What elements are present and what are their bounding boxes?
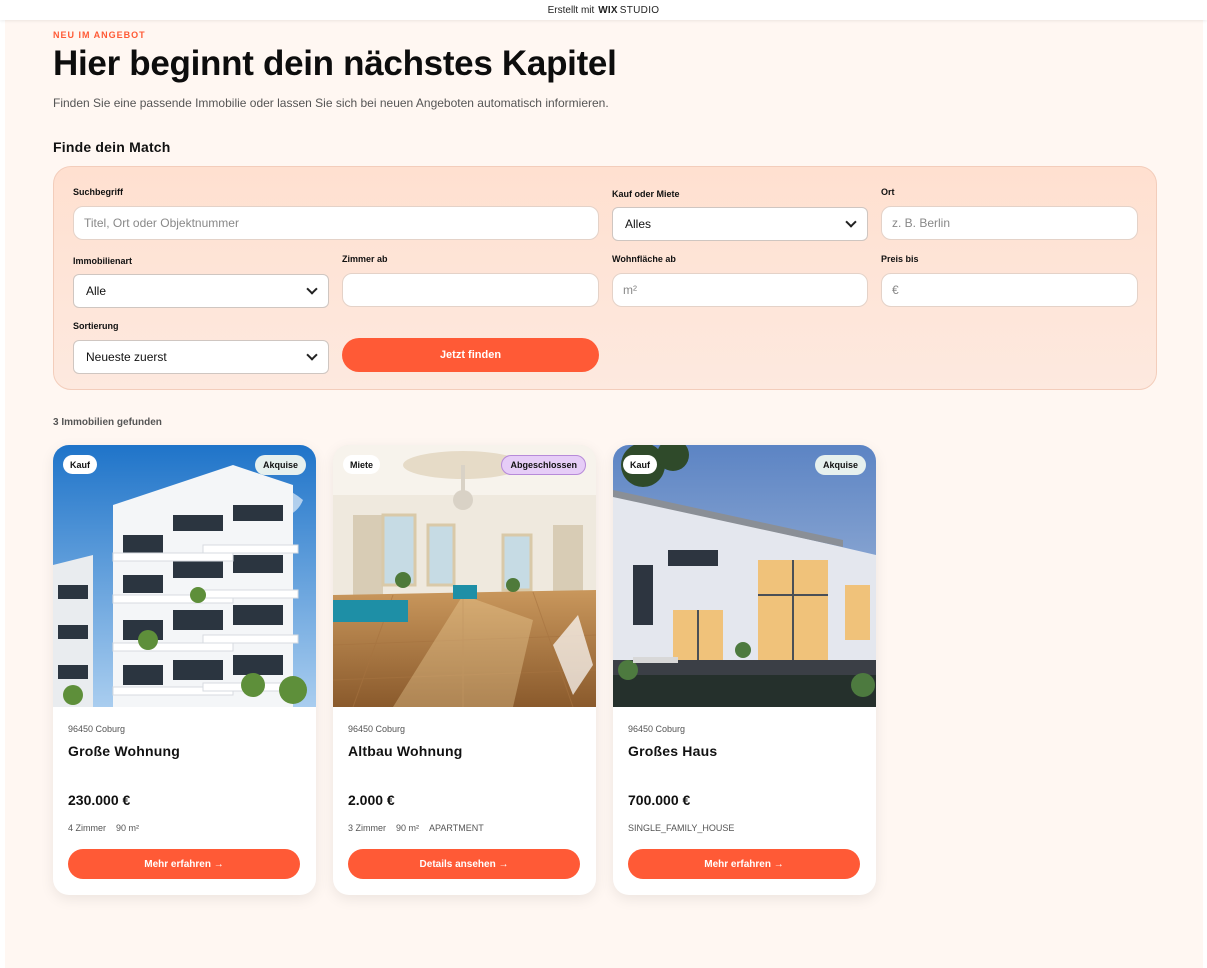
rooms-label: Zimmer ab <box>342 254 388 264</box>
listing-location: 96450 Coburg <box>68 724 126 734</box>
location-input[interactable]: z. B. Berlin <box>881 206 1138 240</box>
chevron-down-icon <box>306 349 318 361</box>
made-with-label: Erstellt mit <box>547 4 595 16</box>
listing-status-badge: Akquise <box>814 455 866 475</box>
listing-area: 90 m² <box>116 823 140 833</box>
property-type-label: Immobilienart <box>73 256 133 266</box>
sort-label: Sortierung <box>73 321 119 331</box>
page-title: Hier beginnt dein nächstes Kapitel <box>53 44 617 83</box>
listing-title: Großes Haus <box>628 743 718 759</box>
apartment-building-photo <box>53 445 316 707</box>
listing-title: Große Wohnung <box>68 743 180 759</box>
property-type-value: Alle <box>86 284 107 298</box>
altbau-interior-photo <box>333 445 596 707</box>
listing-title: Altbau Wohnung <box>348 743 463 759</box>
listing-image[interactable]: Miete Abgeschlossen <box>333 445 596 707</box>
listing-type-badge: Miete <box>343 455 381 474</box>
listing-meta: 4 Zimmer 90 m² <box>68 823 139 833</box>
keyword-input[interactable]: Titel, Ort oder Objektnummer <box>73 206 599 240</box>
price-to-input[interactable]: € <box>881 273 1138 307</box>
wix-logo: WIX <box>598 4 618 16</box>
living-space-input[interactable]: m² <box>612 273 868 307</box>
listing-location: 96450 Coburg <box>628 724 686 734</box>
listing-image[interactable]: Kauf Akquise <box>53 445 316 707</box>
studio-logo-text: STUDIO <box>619 4 660 16</box>
listing-details-button[interactable]: Details ansehen → <box>348 849 580 879</box>
living-space-label: Wohnfläche ab <box>612 254 676 264</box>
listing-card[interactable]: Miete Abgeschlossen 96450 Coburg Altbau … <box>333 445 596 895</box>
house-dusk-photo <box>613 445 876 707</box>
listing-area: 90 m² <box>396 823 420 833</box>
listing-image[interactable]: Kauf Akquise <box>613 445 876 707</box>
listing-price: 230.000 € <box>68 792 131 808</box>
chevron-down-icon <box>845 216 857 228</box>
listing-rooms: 3 Zimmer <box>348 823 386 833</box>
results-count: 3 Immobilien gefunden <box>53 417 162 428</box>
listing-location: 96450 Coburg <box>348 724 406 734</box>
listing-price: 2.000 € <box>348 792 395 808</box>
listing-card[interactable]: Kauf Akquise 96450 Coburg Großes Haus 70… <box>613 445 876 895</box>
listing-card[interactable]: Kauf Akquise 96450 Coburg Große Wohnung … <box>53 445 316 895</box>
wix-banner[interactable]: Erstellt mit WIX STUDIO <box>0 0 1207 20</box>
chevron-down-icon <box>306 283 318 295</box>
listing-rooms: 4 Zimmer <box>68 823 106 833</box>
listing-meta: 3 Zimmer 90 m² APARTMENT <box>348 823 484 833</box>
listing-category: SINGLE_FAMILY_HOUSE <box>628 823 735 833</box>
listing-more-button[interactable]: Mehr erfahren → <box>68 849 300 879</box>
sort-select[interactable]: Neueste zuerst <box>73 340 329 374</box>
location-label: Ort <box>881 187 895 197</box>
buy-or-rent-label: Kauf oder Miete <box>612 189 680 199</box>
rooms-input[interactable] <box>342 273 599 307</box>
listing-status-badge: Akquise <box>254 455 306 475</box>
eyebrow-label: NEU IM ANGEBOT <box>53 30 146 40</box>
listing-more-button[interactable]: Mehr erfahren → <box>628 849 860 879</box>
buy-or-rent-select[interactable]: Alles <box>612 207 868 241</box>
property-type-select[interactable]: Alle <box>73 274 329 308</box>
buy-or-rent-value: Alles <box>625 217 652 231</box>
find-button[interactable]: Jetzt finden <box>342 338 599 372</box>
sort-value: Neueste zuerst <box>86 350 167 364</box>
listing-type-badge: Kauf <box>623 455 657 474</box>
keyword-label: Suchbegriff <box>73 187 124 197</box>
page-content: NEU IM ANGEBOT Hier beginnt dein nächste… <box>5 20 1203 968</box>
listing-category: APARTMENT <box>429 823 484 833</box>
listing-meta: SINGLE_FAMILY_HOUSE <box>628 823 734 833</box>
listing-type-badge: Kauf <box>63 455 97 474</box>
search-section-title: Finde dein Match <box>53 139 171 155</box>
price-to-label: Preis bis <box>881 254 919 264</box>
page-subtitle: Finden Sie eine passende Immobilie oder … <box>53 96 609 110</box>
search-filter-panel: Suchbegriff Titel, Ort oder Objektnummer… <box>53 166 1157 390</box>
listing-price: 700.000 € <box>628 792 691 808</box>
listing-status-badge: Abgeschlossen <box>501 455 586 475</box>
